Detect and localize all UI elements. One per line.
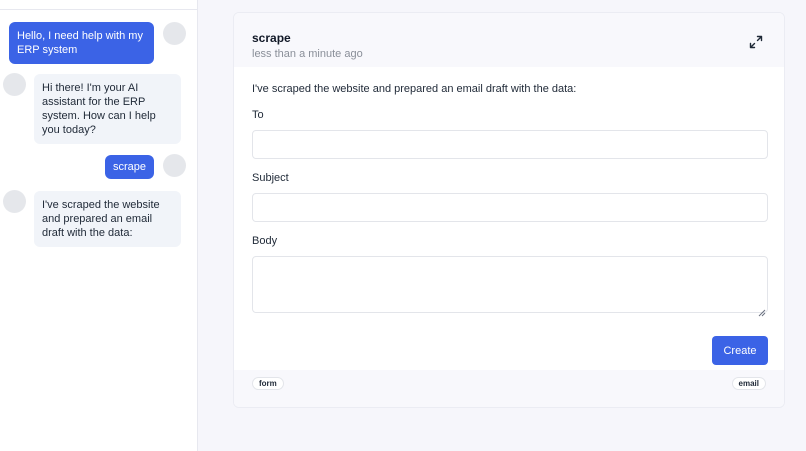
subject-label: Subject: [252, 172, 289, 184]
to-label: To: [252, 109, 264, 121]
resize-grip-icon: [758, 309, 766, 317]
assistant-message-text: Hi there! I'm your AI assistant for the …: [42, 82, 156, 136]
user-message-text: scrape: [112, 161, 147, 173]
assistant-message: Hi there! I'm your AI assistant for the …: [34, 74, 181, 144]
create-button[interactable]: Create: [712, 336, 768, 365]
body-field[interactable]: [252, 256, 768, 313]
user-message-text: Hello, I need help with my ERP system: [17, 30, 143, 56]
assistant-avatar: [3, 190, 26, 213]
assistant-message: I've scraped the website and prepared an…: [34, 191, 181, 247]
user-message: scrape: [105, 155, 154, 179]
body-label: Body: [252, 235, 278, 247]
expand-arrows-icon: [749, 35, 763, 49]
app-window: Hello, I need help with my ERP system Hi…: [0, 0, 806, 451]
chat-panel-top-divider: [0, 0, 198, 10]
card-intro-text: I've scraped the website and prepared an…: [252, 83, 577, 95]
tag-form: form: [252, 377, 284, 390]
user-message: Hello, I need help with my ERP system: [9, 22, 154, 64]
textarea-resize-handle[interactable]: [758, 304, 766, 317]
expand-button[interactable]: [748, 34, 764, 50]
to-field[interactable]: [252, 130, 768, 159]
subject-field[interactable]: [252, 193, 768, 222]
assistant-avatar: [3, 73, 26, 96]
chat-panel: Hello, I need help with my ERP system Hi…: [0, 0, 198, 451]
card-timestamp: less than a minute ago: [252, 48, 363, 60]
email-draft-card: scrape less than a minute ago I've scrap…: [233, 12, 785, 408]
user-avatar: [163, 154, 186, 177]
card-header: scrape less than a minute ago: [234, 13, 784, 67]
tag-email: email: [731, 377, 766, 390]
card-title: scrape: [252, 31, 291, 45]
assistant-message-text: I've scraped the website and prepared an…: [42, 199, 160, 239]
card-footer: form email: [234, 370, 784, 407]
user-avatar: [163, 22, 186, 45]
main-area: scrape less than a minute ago I've scrap…: [198, 0, 806, 451]
